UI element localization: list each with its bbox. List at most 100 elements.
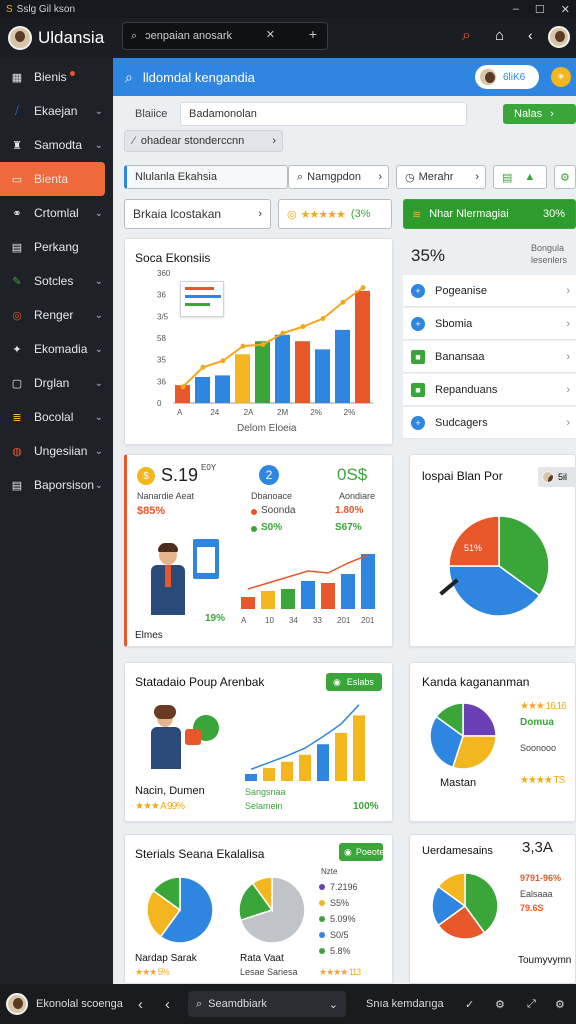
bottom-search[interactable]: ⌕ Seamdbiark ⌄ — [188, 991, 346, 1017]
right-big-value: 35% — [411, 246, 446, 265]
home-icon[interactable]: ⌂ — [495, 27, 504, 44]
stenals-pie-left — [146, 876, 214, 944]
sidebar-item-crtomlal[interactable]: ⚭ Crtomlal ⌄ — [0, 196, 113, 230]
chevron-right-icon: › — [475, 171, 479, 183]
bottom-avatar[interactable] — [6, 993, 28, 1015]
grid-icon: ▦ — [11, 71, 23, 84]
stats-amount: S.19 — [161, 465, 199, 485]
tab-namgpdon[interactable]: ⌕ Namgpdon › — [288, 165, 389, 189]
check-icon[interactable]: ✓ — [465, 998, 474, 1011]
settings-button[interactable]: ⚙ — [554, 165, 576, 189]
right-list-item[interactable]: + Sbomia › — [403, 308, 576, 340]
chart-card: Soca Ekonsiis 0 36 35 58 3/5 36 360 A 24 2A 2M 2% 2%… — [124, 238, 393, 445]
bottom-bar: Ekonolal scoenga ‹ ‹ ⌕ Seamdbiark ⌄ Snıa… — [0, 984, 576, 1024]
tab-merahr[interactable]: ◷ Merahr › — [396, 165, 486, 189]
right-aside: Bongula lesenlers — [531, 243, 568, 265]
right-list-item[interactable]: ■ Banansaa › — [403, 341, 576, 373]
mini-bar — [281, 589, 295, 609]
shape-icon: ✦ — [12, 343, 22, 356]
sidebar-item-bocolal[interactable]: ≣ Bocolal ⌄ — [0, 400, 113, 434]
sidebar-item-perkang[interactable]: ▤ Perkang — [0, 230, 113, 264]
stenals-legend-top: Nzte — [321, 867, 338, 876]
stenals-button[interactable]: ◉ Poeote — [339, 843, 385, 861]
minimize-button[interactable]: – — [513, 3, 519, 15]
y-tick-label: 0 — [157, 399, 162, 408]
dot-green — [251, 526, 257, 532]
search-input[interactable]: ɔenpaian anosark — [145, 30, 232, 42]
sidebar-item-bienta[interactable]: ▭ Bienta — [0, 162, 105, 196]
bottom-search-input[interactable]: Seamdbiark — [208, 998, 267, 1010]
sidebar-item-drglan[interactable]: ▢ Drglan ⌄ — [0, 366, 113, 400]
stenals-footer1: ★★★ 5% — [135, 967, 170, 977]
sidebar-item-label: Baporsison — [34, 478, 95, 492]
summary-costakan-label: Brkaia lcostakan — [133, 207, 222, 221]
settings-icon[interactable]: ⚙ — [555, 998, 565, 1011]
dot-orange — [251, 509, 257, 515]
field-input[interactable]: Badamonolan — [180, 102, 467, 126]
chevron-right-icon: › — [272, 135, 276, 147]
x-tick-label: A — [177, 408, 183, 417]
right-list-item[interactable]: + Pogeanise › — [403, 275, 576, 307]
user-avatar[interactable] — [8, 26, 32, 50]
sidebar-item-ekomadia[interactable]: ✦ Ekomadia ⌄ — [0, 332, 113, 366]
field-value: Badamonolan — [189, 108, 257, 120]
profile-avatar[interactable] — [548, 26, 570, 48]
doc-icon: ▤ — [11, 479, 23, 492]
summary-costakan[interactable]: Brkaia lcostakan › — [124, 199, 271, 229]
stenals-button-label: Poeote — [355, 847, 385, 857]
chart-line-point — [240, 343, 246, 349]
x-tick-label: 2M — [277, 408, 288, 417]
export-button[interactable]: ▤ ▲ — [493, 165, 547, 189]
primary-button[interactable]: Nalas › — [503, 104, 576, 124]
breadcrumb[interactable]: ⁄ ohadear stonderccnn › — [124, 130, 283, 152]
sidebar-item-ekaejan[interactable]: ⧸ Ekaejan ⌄ — [0, 94, 113, 128]
search-icon-toolbar[interactable]: ⌕ — [462, 27, 471, 45]
summary-rating[interactable]: ◎ ★★★★★ (3% — [278, 199, 392, 229]
sidebar-item-ungesiian[interactable]: ◍ Ungesiian ⌄ — [0, 434, 113, 468]
stenals-legend: 7.2196 S5% 5.09% S0/5 5.8% — [319, 879, 391, 959]
back-icon[interactable]: ‹ — [528, 27, 533, 43]
sidebar-item-renger[interactable]: ◎ Renger ⌄ — [0, 298, 113, 332]
search-box[interactable]: ⌕ ɔenpaian anosark ✕ + — [122, 22, 328, 50]
square-icon: ▭ — [11, 173, 23, 186]
rating-value: (3% — [350, 208, 371, 220]
clear-icon[interactable]: ✕ — [266, 28, 275, 41]
sidebar-item-bienis[interactable]: ▦ Bienis — [0, 60, 113, 94]
search-icon: ⌕ — [297, 170, 304, 183]
mini-tick-label: 201 — [361, 616, 375, 625]
right-list-item[interactable]: ■ Repanduans › — [403, 374, 576, 406]
back-icon[interactable]: ‹ — [165, 996, 170, 1013]
chart-bar — [255, 341, 270, 403]
poup-button[interactable]: ◉ Eslabs — [326, 673, 382, 691]
sidebar-item-sotcles[interactable]: ✎ Sotcles ⌄ — [0, 264, 113, 298]
user-chip[interactable]: 6liK6 — [475, 65, 539, 89]
sidebar-item-samodta[interactable]: ♜ Samodta ⌄ — [0, 128, 113, 162]
line-bar-chart — [245, 704, 365, 781]
uerd-footer: Toumyvymn — [518, 955, 572, 966]
page-header: ⌕ lldomdal kengandia 6liK6 ✶ — [113, 58, 576, 96]
right-list-item[interactable]: + Sudcagers › — [403, 407, 576, 439]
layers-icon: ≣ — [12, 411, 22, 424]
karda-name: Mastan — [440, 777, 477, 789]
right-list-label: Sbomia — [435, 317, 473, 330]
notification-icon[interactable]: ✶ — [551, 67, 571, 87]
add-icon[interactable]: + — [309, 26, 317, 42]
stats-right-pct1: 1.80% — [335, 505, 364, 516]
legend-item: 7.2196 — [319, 879, 391, 895]
sidebar-item-baporsison[interactable]: ▤ Baporsison ⌄ — [0, 468, 113, 502]
pie-card-tag[interactable]: 5il — [538, 467, 576, 487]
legend-item: 5.09% — [319, 911, 391, 927]
line-card-bar — [299, 754, 311, 781]
gear-icon[interactable]: ⚙ — [495, 998, 505, 1011]
poup-legend2: Selamein — [245, 801, 283, 811]
summary-nlermagiai[interactable]: ≋ Nhar Nlermagiai 30% — [403, 199, 576, 229]
close-button[interactable]: ✕ — [561, 3, 570, 16]
chart-legend-box — [180, 281, 224, 317]
expand-icon[interactable]: ⤢ — [527, 998, 536, 1011]
tab-ekahsia[interactable]: Nlulanla Ekahsia — [124, 165, 288, 189]
legend-dot — [319, 916, 325, 922]
sidebar: ▦ Bienis ⧸ Ekaejan ⌄ ♜ Samodta ⌄ ▭ Bienta ⚭ Crtomla… — [0, 58, 113, 984]
prev-icon[interactable]: ‹ — [138, 996, 143, 1013]
maximize-button[interactable]: ☐ — [535, 3, 545, 16]
legend-label: S0/5 — [330, 930, 349, 940]
